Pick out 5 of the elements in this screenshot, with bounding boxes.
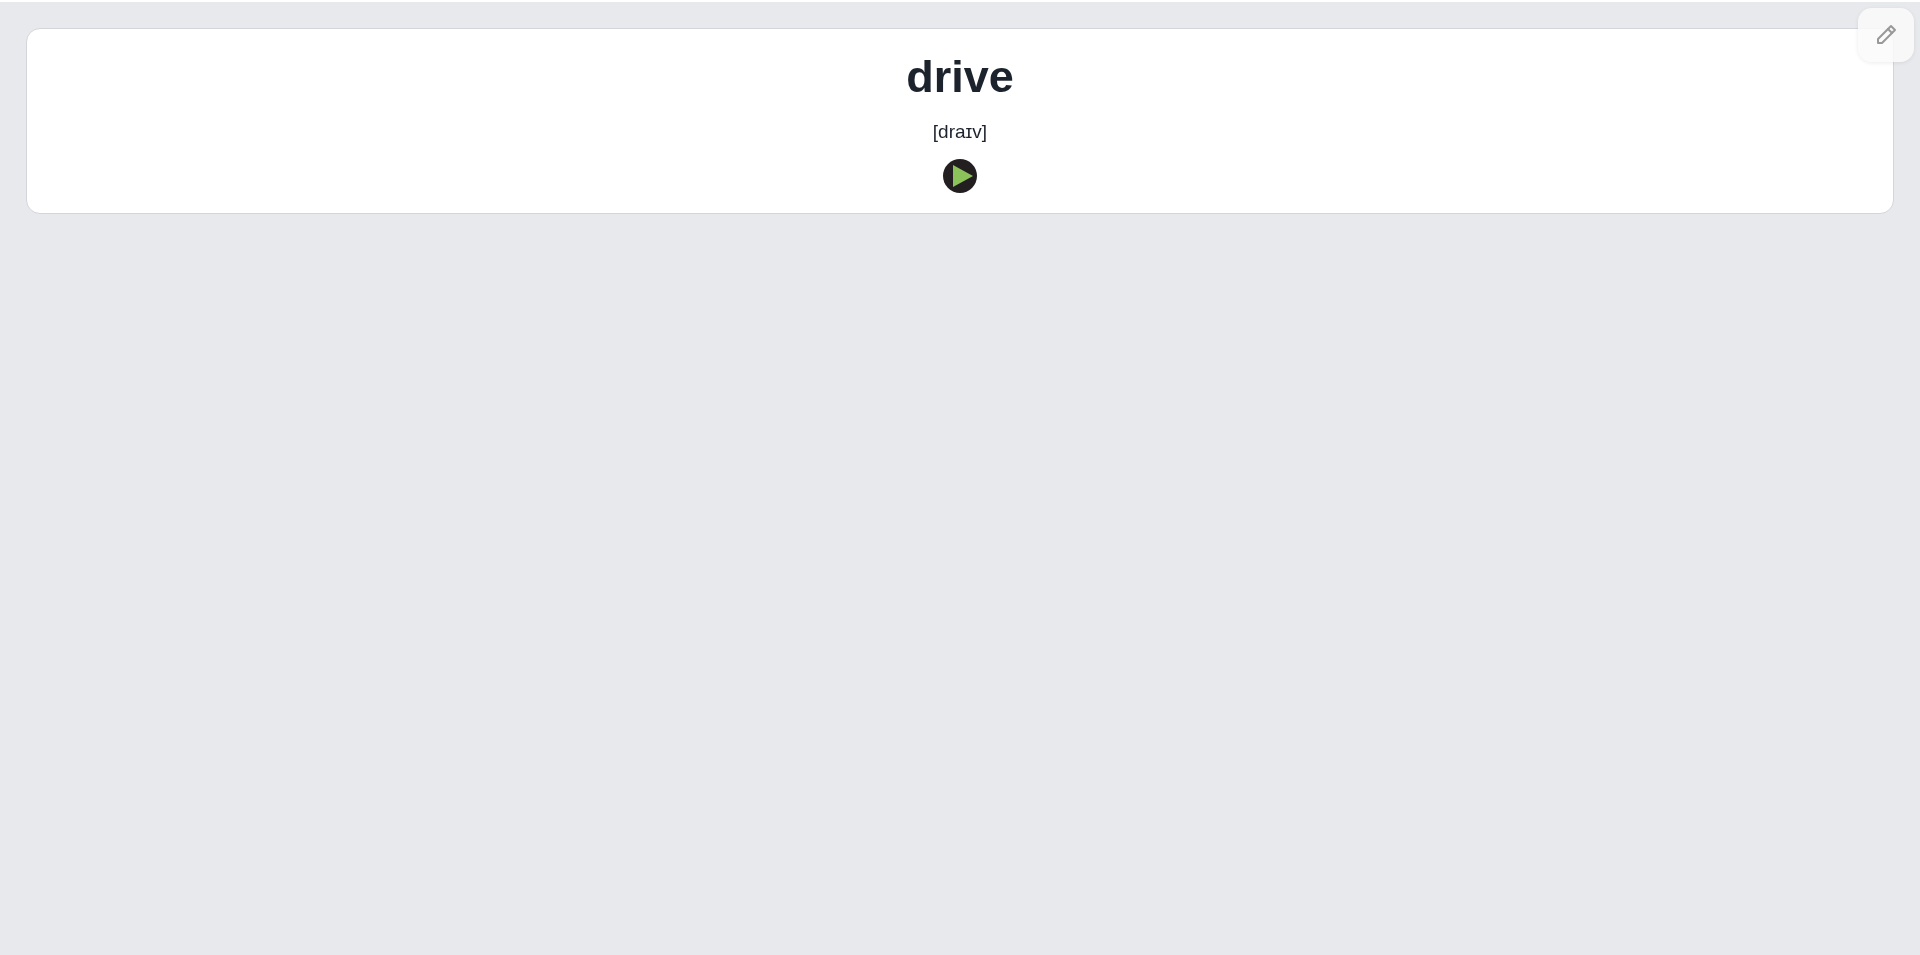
- pencil-icon: [1874, 23, 1898, 47]
- word-title: drive: [906, 51, 1014, 103]
- play-button[interactable]: [942, 158, 978, 194]
- transcription: [draɪv]: [932, 121, 988, 143]
- play-icon: [942, 158, 978, 194]
